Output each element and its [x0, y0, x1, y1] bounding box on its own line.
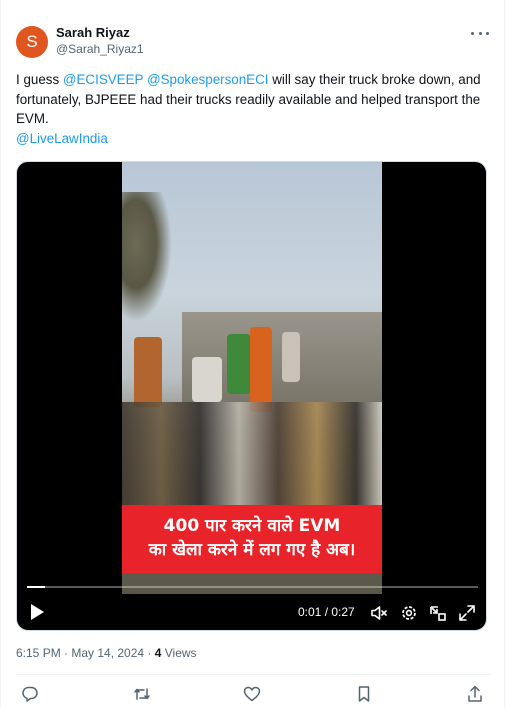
- video-progress-bar[interactable]: [27, 586, 478, 588]
- video-scene-crowd: [122, 402, 382, 512]
- tweet-meta: 6:15 PM · May 14, 2024 · 4 Views: [16, 646, 197, 660]
- video-scene-person: [134, 337, 162, 407]
- video-scene-person: [227, 334, 251, 394]
- author-handle[interactable]: @Sarah_Riyaz1: [56, 42, 144, 56]
- video-controls: 0:01 / 0:27: [17, 598, 486, 628]
- play-icon[interactable]: [29, 603, 45, 621]
- like-icon[interactable]: [242, 684, 262, 704]
- video-scene-person: [250, 327, 272, 412]
- video-player[interactable]: 400 पार करने वाले EVM का खेला करने में ल…: [16, 161, 487, 631]
- video-scene-person: [192, 357, 222, 402]
- video-scene-tree: [122, 192, 172, 322]
- tweet-card: S Sarah Riyaz @Sarah_Riyaz1 I guess @ECI…: [0, 0, 505, 708]
- bookmark-icon[interactable]: [354, 684, 374, 704]
- divider: [16, 674, 491, 675]
- reply-icon[interactable]: [20, 684, 40, 704]
- mention-link[interactable]: @LiveLawIndia: [16, 131, 108, 146]
- views-label: Views: [161, 646, 197, 660]
- fullscreen-icon[interactable]: [457, 603, 477, 623]
- mention-link[interactable]: @ECISVEEP: [63, 72, 143, 87]
- video-time: 0:01 / 0:27: [298, 605, 355, 619]
- pip-icon[interactable]: [428, 603, 448, 623]
- video-caption-line: का खेला करने में लग गए है अब।: [148, 540, 356, 560]
- settings-icon[interactable]: [399, 603, 419, 623]
- author-name[interactable]: Sarah Riyaz: [56, 25, 130, 40]
- retweet-icon[interactable]: [132, 684, 152, 704]
- mention-link[interactable]: @SpokespersonECI: [147, 72, 269, 87]
- tweet-text: I guess @ECISVEEP @SpokespersonECI will …: [16, 70, 496, 148]
- volume-icon[interactable]: [369, 603, 389, 623]
- avatar[interactable]: S: [16, 26, 48, 58]
- video-caption-line: 400 पार करने वाले EVM: [163, 516, 341, 536]
- avatar-letter: S: [26, 32, 38, 51]
- video-progress-fill: [27, 586, 46, 588]
- tweet-timestamp[interactable]: 6:15 PM · May 14, 2024 ·: [16, 646, 155, 660]
- video-scene-person: [282, 332, 300, 382]
- more-icon[interactable]: [471, 26, 489, 40]
- share-icon[interactable]: [465, 684, 485, 704]
- video-frame[interactable]: 400 पार करने वाले EVM का खेला करने में ल…: [122, 162, 382, 594]
- tweet-text-part: I guess: [16, 72, 63, 87]
- video-caption: 400 पार करने वाले EVM का खेला करने में ल…: [122, 505, 382, 573]
